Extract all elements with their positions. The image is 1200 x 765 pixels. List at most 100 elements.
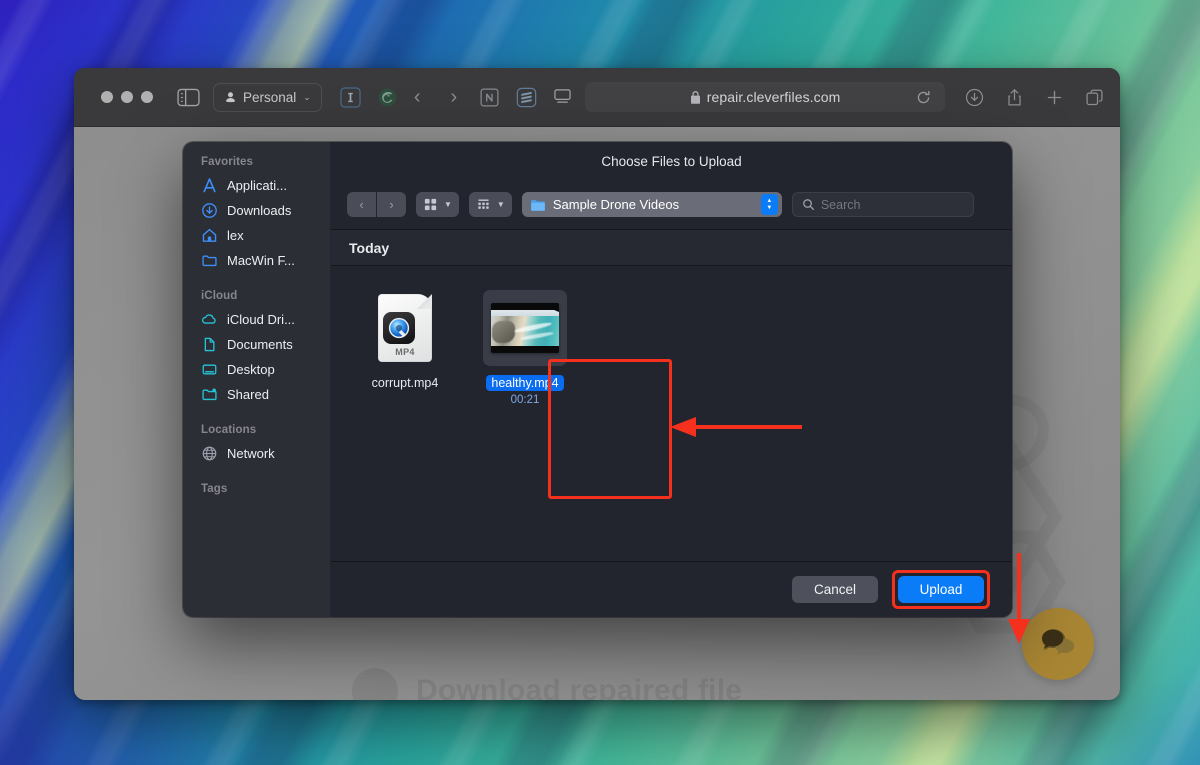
browser-window: Personal ⌄ ‹ › repair.cleverfiles.com Do… [74, 68, 1120, 700]
share-icon[interactable] [1005, 88, 1024, 107]
chevron-down-icon: ▼ [496, 200, 505, 209]
sidebar-item-label: Documents [227, 337, 293, 352]
search-icon [802, 199, 814, 211]
browser-navigation: ‹ › [414, 87, 457, 107]
dialog-forward-button[interactable]: › [377, 192, 406, 217]
desktop-background: Personal ⌄ ‹ › repair.cleverfiles.com Do… [0, 0, 1200, 765]
file-item-healthy[interactable]: healthy.mp4 00:21 [477, 286, 573, 406]
dialog-title: Choose Files to Upload [601, 153, 742, 169]
profile-label: Personal [243, 89, 297, 105]
lock-icon [690, 90, 700, 104]
sidebar-item-home[interactable]: lex [183, 223, 330, 248]
document-icon [204, 337, 215, 352]
files-grid: MP4 corrupt.mp4 healthy.mp4 00:21 [331, 266, 1012, 561]
sidebar-group-title: iCloud [201, 290, 238, 302]
file-thumbnail: MP4 [363, 290, 447, 366]
search-placeholder: Search [820, 197, 861, 212]
file-item-corrupt[interactable]: MP4 corrupt.mp4 [357, 286, 453, 391]
dialog-main-pane: Choose Files to Upload ‹ › ▼ ▼ Sample Dr… [331, 142, 1012, 617]
extension-icons-left [340, 86, 398, 108]
sidebar-item-documents[interactable]: Documents [183, 332, 330, 357]
dialog-footer: Cancel Upload [331, 561, 1012, 617]
applications-icon [203, 178, 216, 193]
sidebar-group-tags: Tags [183, 483, 330, 500]
new-tab-icon[interactable] [1045, 88, 1064, 107]
path-stepper-icon[interactable]: ▲ ▼ [760, 194, 778, 215]
window-traffic-lights[interactable] [101, 91, 153, 103]
sidebar-group-title: Favorites [201, 156, 254, 168]
sidebar-item-network[interactable]: Network [183, 441, 330, 466]
chevron-down-icon: ⌄ [303, 91, 311, 102]
profile-switcher-button[interactable]: Personal ⌄ [213, 82, 322, 112]
path-label: Sample Drone Videos [552, 197, 680, 212]
sidebar-item-label: Desktop [227, 362, 275, 377]
back-button[interactable]: ‹ [414, 87, 421, 107]
browser-toolbar: Personal ⌄ ‹ › repair.cleverfiles.com [74, 68, 1120, 127]
sidebar-item-applications[interactable]: Applicati... [183, 173, 330, 198]
chevron-down-icon: ▼ [766, 204, 773, 211]
sidebar-item-label: iCloud Dri... [227, 312, 295, 327]
sidebar-item-label: MacWin F... [227, 253, 295, 268]
search-input[interactable]: Search [791, 192, 974, 217]
extension-icons-right [479, 87, 537, 108]
downloads-icon [202, 203, 217, 218]
sidebar-toggle-icon[interactable] [175, 86, 201, 108]
sidebar-item-icloud-drive[interactable]: iCloud Dri... [183, 307, 330, 332]
reload-icon[interactable] [916, 90, 931, 105]
folder-icon [531, 199, 545, 211]
close-window-button[interactable] [101, 91, 113, 103]
icloud-icon [202, 314, 216, 324]
sidebar-item-label: Network [227, 446, 275, 461]
sidebar-item-macwin[interactable]: MacWin F... [183, 248, 330, 273]
notion-extension-icon[interactable] [479, 87, 500, 108]
sidebar-item-downloads[interactable]: Downloads [183, 198, 330, 223]
grammarly-extension-icon[interactable] [377, 87, 398, 108]
sidebar-item-desktop[interactable]: Desktop [183, 357, 330, 382]
section-header-today: Today [331, 230, 1012, 266]
cancel-button[interactable]: Cancel [792, 576, 878, 603]
sidebar-item-label: lex [227, 228, 244, 243]
sidebar-group-locations: Locations Network [183, 424, 330, 466]
path-popup-button[interactable]: Sample Drone Videos ▲ ▼ [521, 192, 782, 217]
files-pane: Today MP4 corrupt.mp4 healthy.mp4 00:21 [331, 230, 1012, 561]
downloads-icon[interactable] [965, 88, 984, 107]
browser-right-tools [965, 88, 1104, 107]
quicktime-q-icon [388, 317, 410, 339]
chevron-down-icon: ▼ [444, 200, 452, 209]
address-bar-area: repair.cleverfiles.com [553, 82, 945, 112]
todoist-extension-icon[interactable] [516, 87, 537, 108]
person-icon [226, 91, 235, 102]
chevron-up-icon: ▲ [766, 197, 773, 204]
url-text: repair.cleverfiles.com [706, 89, 841, 105]
sidebar-item-label: Applicati... [227, 178, 287, 193]
zoom-window-button[interactable] [141, 91, 153, 103]
folder-icon [202, 255, 217, 267]
sidebar-group-title: Tags [201, 483, 228, 495]
upload-button-highlight: Upload [892, 570, 990, 609]
view-mode-button[interactable]: ▼ [416, 192, 459, 217]
tab-overview-icon[interactable] [1085, 88, 1104, 107]
reader-view-icon[interactable] [553, 88, 573, 106]
sidebar-item-label: Downloads [227, 203, 292, 218]
mp4-document-icon: MP4 [378, 294, 432, 362]
chat-bubbles-icon [1041, 629, 1075, 655]
sidebar-item-shared[interactable]: Shared [183, 382, 330, 407]
headline-circle-icon [352, 668, 398, 700]
file-name-label: corrupt.mp4 [371, 376, 439, 390]
home-icon [202, 228, 217, 242]
minimize-window-button[interactable] [121, 91, 133, 103]
desktop-icon [202, 364, 217, 375]
instapaper-extension-icon[interactable] [340, 86, 361, 108]
page-headline: Download repaired file [352, 668, 742, 700]
dialog-back-button[interactable]: ‹ [347, 192, 376, 217]
dialog-sidebar: Favorites Applicati... Downloads lex Mac… [183, 142, 331, 617]
file-thumbnail [483, 290, 567, 366]
forward-button[interactable]: › [451, 87, 458, 107]
icon-view-icon [424, 198, 437, 211]
quicktime-badge-icon [383, 312, 415, 344]
video-thumbnail-image [491, 303, 559, 353]
address-bar[interactable]: repair.cleverfiles.com [585, 82, 945, 112]
group-by-button[interactable]: ▼ [468, 192, 512, 217]
chat-bubble-widget[interactable] [1022, 608, 1094, 680]
upload-button[interactable]: Upload [898, 576, 984, 603]
